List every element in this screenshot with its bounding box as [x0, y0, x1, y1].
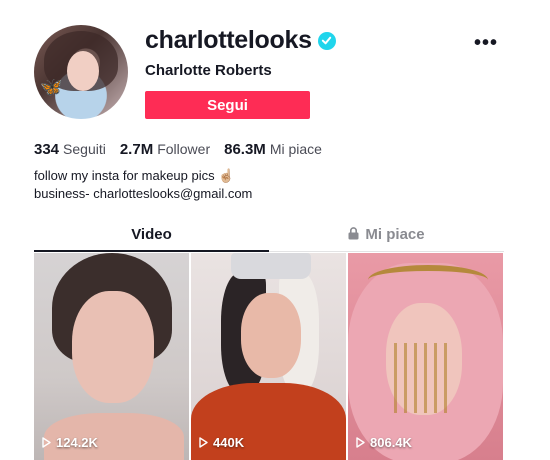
- thumb-crown: [231, 253, 311, 279]
- stat-followers-value: 2.7M: [119, 141, 154, 158]
- video-views: 806.4K: [356, 435, 412, 450]
- play-icon: [356, 437, 365, 448]
- video-thumbnail[interactable]: 124.2K: [34, 253, 189, 460]
- profile-display-name: Charlotte Roberts: [145, 62, 272, 79]
- stat-likes-value: 86.3M: [224, 141, 266, 158]
- video-views-count: 124.2K: [56, 435, 98, 450]
- video-thumbnail[interactable]: 440K: [191, 253, 346, 460]
- stat-following[interactable]: 334 Seguiti: [34, 141, 106, 158]
- video-views-count: 440K: [213, 435, 245, 450]
- profile-bio: follow my insta for makeup pics ☝🏼 busin…: [34, 167, 252, 203]
- follow-button[interactable]: Segui: [145, 91, 310, 119]
- bio-line-2: business- charlotteslooks@gmail.com: [34, 186, 253, 201]
- video-views-count: 806.4K: [370, 435, 412, 450]
- tab-video-label: Video: [131, 226, 172, 243]
- username-text: charlottelooks: [145, 26, 312, 54]
- bio-line-1: follow my insta for makeup pics ☝🏼: [34, 168, 235, 183]
- tab-liked-label: Mi piace: [365, 226, 425, 243]
- profile-stats: 334 Seguiti 2.7M Follower 86.3M Mi piace: [34, 141, 322, 158]
- play-icon: [199, 437, 208, 448]
- tab-liked[interactable]: Mi piace: [269, 222, 504, 252]
- stat-followers[interactable]: 2.7M Follower: [120, 141, 210, 158]
- avatar-face: [67, 51, 99, 91]
- profile-avatar[interactable]: 🦋: [34, 25, 128, 119]
- butterfly-icon: 🦋: [40, 77, 63, 97]
- stat-followers-label: Follower: [157, 141, 211, 157]
- play-icon: [42, 437, 51, 448]
- tab-video[interactable]: Video: [34, 222, 269, 252]
- video-grid: 124.2K 440K 806.4K: [34, 253, 504, 460]
- verified-badge-icon: [317, 31, 336, 50]
- video-views: 440K: [199, 435, 244, 450]
- more-options-icon[interactable]: •••: [474, 32, 498, 55]
- thumb-crown: [368, 265, 488, 295]
- stat-following-value: 334: [34, 141, 60, 158]
- stat-likes-label: Mi piace: [269, 141, 322, 157]
- thumb-gold-makeup: [394, 343, 454, 413]
- video-thumbnail[interactable]: 806.4K: [348, 253, 503, 460]
- profile-username: charlottelooks: [145, 26, 336, 55]
- stat-following-label: Seguiti: [63, 141, 106, 157]
- profile-tabs: Video Mi piace: [34, 222, 504, 252]
- video-views: 124.2K: [42, 435, 98, 450]
- thumb-face: [72, 291, 154, 403]
- lock-icon: [348, 223, 359, 249]
- thumb-face: [241, 293, 301, 378]
- stat-likes: 86.3M Mi piace: [224, 141, 322, 158]
